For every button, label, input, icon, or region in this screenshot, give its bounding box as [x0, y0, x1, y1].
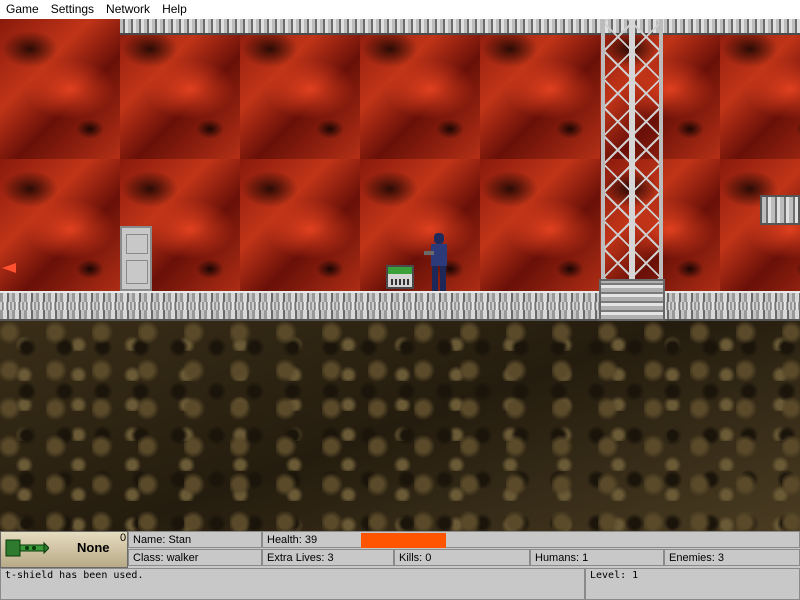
message-console: t-shield has been used. — [0, 568, 585, 600]
metal-floor — [0, 291, 800, 321]
player-name: Name: Stan — [128, 531, 262, 548]
game-viewport[interactable] — [0, 19, 800, 531]
menu-game[interactable]: Game — [0, 0, 45, 19]
health-label: Health: 39 — [267, 534, 318, 546]
weapon-name: None — [77, 540, 110, 555]
humans-count: Humans: 1 — [530, 549, 664, 566]
menu-network[interactable]: Network — [100, 0, 156, 19]
health-cell: Health: 39 — [262, 531, 800, 548]
player-character — [424, 233, 450, 291]
enemies-count: Enemies: 3 — [664, 549, 800, 566]
weapon-slot: None 0 — [0, 531, 128, 568]
t-shield-icon — [5, 539, 49, 557]
status-hud: None 0 Name: Stan Health: 39 Class: walk… — [0, 531, 800, 568]
rock-ground — [0, 321, 800, 531]
metal-ceiling — [120, 19, 800, 35]
level-panel: Level: 1 — [585, 568, 800, 600]
exit-door — [120, 226, 152, 291]
weapon-count: 0 — [120, 532, 127, 544]
player-class: Class: walker — [128, 549, 262, 566]
console-message: t-shield has been used. — [5, 570, 144, 581]
level-label: Level: 1 — [590, 570, 639, 581]
steel-girder-tower — [601, 19, 663, 321]
extra-lives: Extra Lives: 3 — [262, 549, 394, 566]
menu-settings[interactable]: Settings — [45, 0, 100, 19]
direction-arrow-icon — [2, 263, 16, 273]
tower-base — [599, 279, 665, 321]
metal-ledge — [760, 195, 800, 225]
menu-bar: Game Settings Network Help — [0, 0, 800, 19]
health-bar — [361, 533, 446, 548]
kills-count: Kills: 0 — [394, 549, 530, 566]
menu-help[interactable]: Help — [156, 0, 193, 19]
supply-crate — [386, 265, 414, 289]
